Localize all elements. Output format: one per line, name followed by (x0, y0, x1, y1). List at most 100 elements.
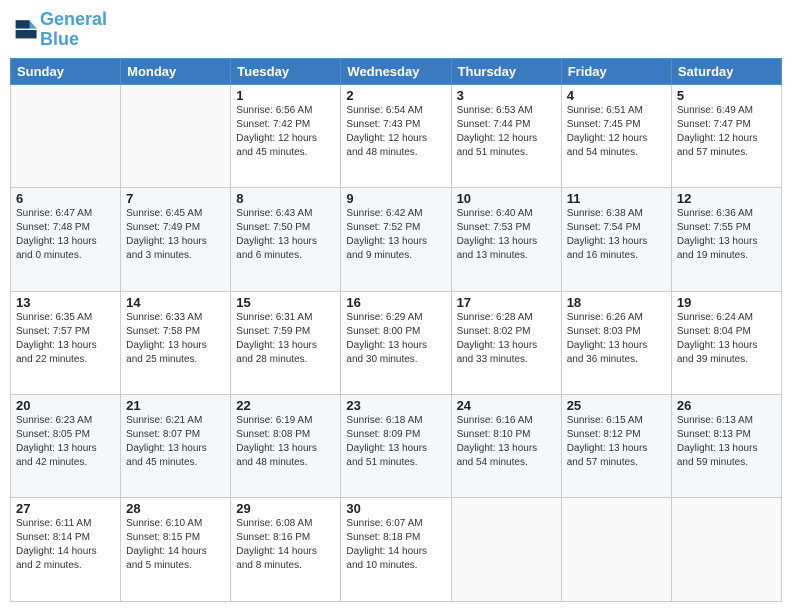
day-cell: 10Sunrise: 6:40 AMSunset: 7:53 PMDayligh… (451, 188, 561, 291)
day-cell: 29Sunrise: 6:08 AMSunset: 8:16 PMDayligh… (231, 498, 341, 602)
day-cell: 12Sunrise: 6:36 AMSunset: 7:55 PMDayligh… (671, 188, 781, 291)
day-cell: 3Sunrise: 6:53 AMSunset: 7:44 PMDaylight… (451, 84, 561, 187)
logo-text: General Blue (40, 10, 107, 50)
day-cell: 16Sunrise: 6:29 AMSunset: 8:00 PMDayligh… (341, 291, 451, 394)
day-cell: 22Sunrise: 6:19 AMSunset: 8:08 PMDayligh… (231, 395, 341, 498)
day-info: Sunrise: 6:11 AMSunset: 8:14 PMDaylight:… (16, 517, 115, 573)
day-cell: 30Sunrise: 6:07 AMSunset: 8:18 PMDayligh… (341, 498, 451, 602)
day-number: 8 (236, 191, 335, 206)
day-cell: 6Sunrise: 6:47 AMSunset: 7:48 PMDaylight… (11, 188, 121, 291)
day-cell: 19Sunrise: 6:24 AMSunset: 8:04 PMDayligh… (671, 291, 781, 394)
header-saturday: Saturday (671, 58, 781, 84)
day-info: Sunrise: 6:19 AMSunset: 8:08 PMDaylight:… (236, 414, 335, 470)
day-cell: 13Sunrise: 6:35 AMSunset: 7:57 PMDayligh… (11, 291, 121, 394)
day-number: 23 (346, 398, 445, 413)
header-tuesday: Tuesday (231, 58, 341, 84)
day-cell: 2Sunrise: 6:54 AMSunset: 7:43 PMDaylight… (341, 84, 451, 187)
day-cell (11, 84, 121, 187)
day-cell: 24Sunrise: 6:16 AMSunset: 8:10 PMDayligh… (451, 395, 561, 498)
day-number: 28 (126, 501, 225, 516)
day-info: Sunrise: 6:47 AMSunset: 7:48 PMDaylight:… (16, 207, 115, 263)
day-cell: 28Sunrise: 6:10 AMSunset: 8:15 PMDayligh… (121, 498, 231, 602)
day-cell: 25Sunrise: 6:15 AMSunset: 8:12 PMDayligh… (561, 395, 671, 498)
day-info: Sunrise: 6:40 AMSunset: 7:53 PMDaylight:… (457, 207, 556, 263)
day-info: Sunrise: 6:33 AMSunset: 7:58 PMDaylight:… (126, 311, 225, 367)
logo-icon (10, 16, 38, 44)
day-number: 10 (457, 191, 556, 206)
header-wednesday: Wednesday (341, 58, 451, 84)
day-info: Sunrise: 6:16 AMSunset: 8:10 PMDaylight:… (457, 414, 556, 470)
day-cell: 1Sunrise: 6:56 AMSunset: 7:42 PMDaylight… (231, 84, 341, 187)
day-number: 6 (16, 191, 115, 206)
header-thursday: Thursday (451, 58, 561, 84)
day-info: Sunrise: 6:54 AMSunset: 7:43 PMDaylight:… (346, 104, 445, 160)
day-cell (671, 498, 781, 602)
day-info: Sunrise: 6:08 AMSunset: 8:16 PMDaylight:… (236, 517, 335, 573)
day-info: Sunrise: 6:56 AMSunset: 7:42 PMDaylight:… (236, 104, 335, 160)
header-sunday: Sunday (11, 58, 121, 84)
day-cell: 23Sunrise: 6:18 AMSunset: 8:09 PMDayligh… (341, 395, 451, 498)
day-cell: 7Sunrise: 6:45 AMSunset: 7:49 PMDaylight… (121, 188, 231, 291)
week-row-2: 6Sunrise: 6:47 AMSunset: 7:48 PMDaylight… (11, 188, 782, 291)
day-number: 18 (567, 295, 666, 310)
calendar-header-row: SundayMondayTuesdayWednesdayThursdayFrid… (11, 58, 782, 84)
day-info: Sunrise: 6:38 AMSunset: 7:54 PMDaylight:… (567, 207, 666, 263)
day-info: Sunrise: 6:45 AMSunset: 7:49 PMDaylight:… (126, 207, 225, 263)
day-number: 4 (567, 88, 666, 103)
header-monday: Monday (121, 58, 231, 84)
page: General Blue SundayMondayTuesdayWednesda… (0, 0, 792, 612)
day-number: 30 (346, 501, 445, 516)
week-row-3: 13Sunrise: 6:35 AMSunset: 7:57 PMDayligh… (11, 291, 782, 394)
day-info: Sunrise: 6:13 AMSunset: 8:13 PMDaylight:… (677, 414, 776, 470)
day-number: 19 (677, 295, 776, 310)
day-cell: 27Sunrise: 6:11 AMSunset: 8:14 PMDayligh… (11, 498, 121, 602)
day-cell (121, 84, 231, 187)
day-number: 5 (677, 88, 776, 103)
day-number: 7 (126, 191, 225, 206)
day-cell: 5Sunrise: 6:49 AMSunset: 7:47 PMDaylight… (671, 84, 781, 187)
day-number: 24 (457, 398, 556, 413)
header: General Blue (10, 10, 782, 50)
day-cell: 26Sunrise: 6:13 AMSunset: 8:13 PMDayligh… (671, 395, 781, 498)
day-info: Sunrise: 6:23 AMSunset: 8:05 PMDaylight:… (16, 414, 115, 470)
day-info: Sunrise: 6:26 AMSunset: 8:03 PMDaylight:… (567, 311, 666, 367)
day-info: Sunrise: 6:24 AMSunset: 8:04 PMDaylight:… (677, 311, 776, 367)
week-row-1: 1Sunrise: 6:56 AMSunset: 7:42 PMDaylight… (11, 84, 782, 187)
week-row-4: 20Sunrise: 6:23 AMSunset: 8:05 PMDayligh… (11, 395, 782, 498)
day-number: 17 (457, 295, 556, 310)
day-cell: 17Sunrise: 6:28 AMSunset: 8:02 PMDayligh… (451, 291, 561, 394)
day-number: 27 (16, 501, 115, 516)
day-number: 25 (567, 398, 666, 413)
day-number: 15 (236, 295, 335, 310)
day-number: 29 (236, 501, 335, 516)
calendar: SundayMondayTuesdayWednesdayThursdayFrid… (10, 58, 782, 602)
day-cell: 18Sunrise: 6:26 AMSunset: 8:03 PMDayligh… (561, 291, 671, 394)
header-friday: Friday (561, 58, 671, 84)
day-number: 20 (16, 398, 115, 413)
day-info: Sunrise: 6:29 AMSunset: 8:00 PMDaylight:… (346, 311, 445, 367)
day-number: 13 (16, 295, 115, 310)
day-info: Sunrise: 6:10 AMSunset: 8:15 PMDaylight:… (126, 517, 225, 573)
day-number: 1 (236, 88, 335, 103)
day-number: 16 (346, 295, 445, 310)
day-number: 14 (126, 295, 225, 310)
logo: General Blue (10, 10, 107, 50)
day-number: 2 (346, 88, 445, 103)
day-cell: 9Sunrise: 6:42 AMSunset: 7:52 PMDaylight… (341, 188, 451, 291)
day-info: Sunrise: 6:28 AMSunset: 8:02 PMDaylight:… (457, 311, 556, 367)
day-info: Sunrise: 6:43 AMSunset: 7:50 PMDaylight:… (236, 207, 335, 263)
day-number: 21 (126, 398, 225, 413)
day-info: Sunrise: 6:36 AMSunset: 7:55 PMDaylight:… (677, 207, 776, 263)
day-cell (451, 498, 561, 602)
day-cell: 8Sunrise: 6:43 AMSunset: 7:50 PMDaylight… (231, 188, 341, 291)
day-cell: 4Sunrise: 6:51 AMSunset: 7:45 PMDaylight… (561, 84, 671, 187)
day-info: Sunrise: 6:51 AMSunset: 7:45 PMDaylight:… (567, 104, 666, 160)
day-info: Sunrise: 6:35 AMSunset: 7:57 PMDaylight:… (16, 311, 115, 367)
day-number: 22 (236, 398, 335, 413)
day-cell: 20Sunrise: 6:23 AMSunset: 8:05 PMDayligh… (11, 395, 121, 498)
day-info: Sunrise: 6:07 AMSunset: 8:18 PMDaylight:… (346, 517, 445, 573)
day-info: Sunrise: 6:21 AMSunset: 8:07 PMDaylight:… (126, 414, 225, 470)
day-info: Sunrise: 6:18 AMSunset: 8:09 PMDaylight:… (346, 414, 445, 470)
day-cell: 21Sunrise: 6:21 AMSunset: 8:07 PMDayligh… (121, 395, 231, 498)
week-row-5: 27Sunrise: 6:11 AMSunset: 8:14 PMDayligh… (11, 498, 782, 602)
